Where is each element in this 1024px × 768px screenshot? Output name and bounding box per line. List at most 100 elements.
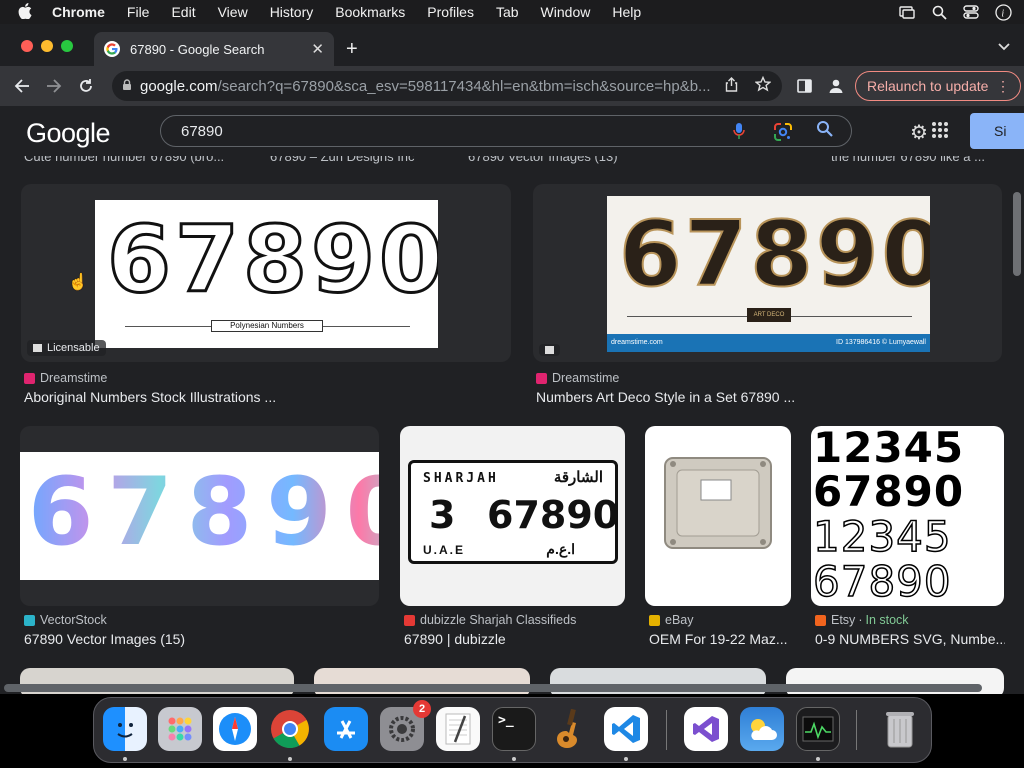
- garageband-icon[interactable]: [548, 707, 592, 751]
- browser-toolbar: google.com /search?q=67890&sca_esv=59811…: [0, 66, 1024, 106]
- search-query: 67890: [181, 122, 223, 140]
- menu-view[interactable]: View: [218, 4, 248, 20]
- visual-studio-icon[interactable]: [684, 707, 728, 751]
- result-source[interactable]: dubizzle Sharjah Classifieds: [404, 613, 576, 627]
- tab-close-icon[interactable]: ✕: [311, 40, 324, 58]
- textedit-icon[interactable]: [436, 707, 480, 751]
- result-source[interactable]: eBay: [649, 613, 694, 627]
- terminal-icon[interactable]: >_: [492, 707, 536, 751]
- result-image-license-plate[interactable]: SHARJAH الشارقة 3 67890 U.A.E ا.ع.م: [408, 460, 620, 564]
- system-settings-icon[interactable]: 2: [380, 700, 431, 751]
- menu-file[interactable]: File: [127, 4, 150, 20]
- google-apps-grid-icon[interactable]: [932, 122, 948, 138]
- google-favicon-icon: [104, 41, 120, 57]
- etsy-favicon-icon: [815, 614, 826, 626]
- tab-search-chevron-icon[interactable]: [998, 39, 1010, 54]
- result-title[interactable]: 67890 Vector Images (15): [24, 631, 384, 647]
- app-store-icon[interactable]: [324, 707, 368, 751]
- search-input[interactable]: 67890: [160, 115, 852, 147]
- vectorstock-favicon-icon: [24, 614, 35, 626]
- chrome-icon[interactable]: [268, 707, 312, 751]
- activity-monitor-icon[interactable]: [796, 707, 840, 751]
- weather-icon[interactable]: [740, 707, 784, 751]
- image-result-card[interactable]: 12345 67890 12345 67890: [811, 426, 1004, 606]
- forward-arrow-icon[interactable]: [42, 74, 66, 98]
- back-arrow-icon[interactable]: [10, 74, 34, 98]
- voice-search-mic-icon[interactable]: [733, 121, 745, 145]
- side-panel-icon[interactable]: [792, 74, 816, 98]
- image-icon: [33, 344, 42, 352]
- relaunch-to-update-button[interactable]: Relaunch to update ⋮: [855, 71, 1021, 101]
- image-result-card[interactable]: 67890 ART DECO dreamstime.com ID 13798641…: [533, 184, 1002, 362]
- plate-city-arabic: الشارقة: [553, 469, 603, 486]
- result-title[interactable]: Numbers Art Deco Style in a Set 67890 ..…: [536, 389, 996, 405]
- scrollbar-thumb[interactable]: [1013, 192, 1021, 276]
- menu-tab[interactable]: Tab: [496, 4, 519, 20]
- result-image-polynesian-numbers[interactable]: 67890 Polynesian Numbers: [95, 200, 438, 348]
- result-title[interactable]: 67890 | dubizzle: [404, 631, 634, 647]
- result-image-watercolor-numbers[interactable]: 67890: [20, 452, 379, 580]
- result-source[interactable]: Etsy · In stock: [815, 613, 909, 627]
- google-images-page: Cute number number 67890 (bro... 67890 –…: [0, 106, 1024, 694]
- more-menu-icon[interactable]: ⋮: [996, 78, 1010, 95]
- google-logo[interactable]: Google: [26, 118, 111, 149]
- google-lens-icon[interactable]: [773, 122, 793, 146]
- notification-badge: 2: [413, 700, 431, 718]
- menu-window[interactable]: Window: [541, 4, 591, 20]
- reload-icon[interactable]: [74, 74, 98, 98]
- vertical-scrollbar[interactable]: [1010, 106, 1024, 694]
- launchpad-icon[interactable]: [158, 707, 202, 751]
- relaunch-label: Relaunch to update: [867, 78, 989, 94]
- plate-number: 67890: [487, 493, 620, 537]
- search-magnifier-icon[interactable]: [816, 120, 834, 143]
- screen-mirroring-icon[interactable]: [898, 3, 916, 21]
- tab-google-search[interactable]: 67890 - Google Search ✕: [94, 32, 334, 66]
- result-source[interactable]: Dreamstime: [24, 371, 107, 385]
- result-source[interactable]: Dreamstime: [536, 371, 619, 385]
- result-image-art-deco-numbers[interactable]: 67890 ART DECO dreamstime.com ID 13798641…: [607, 196, 930, 352]
- image-result-card[interactable]: [645, 426, 791, 606]
- settings-gear-icon[interactable]: ⚙: [910, 120, 928, 145]
- plate-city: SHARJAH: [423, 471, 499, 486]
- trash-icon[interactable]: [878, 707, 922, 751]
- in-stock-label: In stock: [865, 613, 909, 627]
- horizontal-scrollbar[interactable]: [4, 684, 982, 692]
- licensable-badge[interactable]: Licensable: [27, 340, 106, 356]
- result-source[interactable]: VectorStock: [24, 613, 107, 627]
- zoom-window-button[interactable]: [61, 40, 73, 52]
- bookmark-star-icon[interactable]: [754, 75, 772, 95]
- result-title[interactable]: OEM For 19-22 Maz...: [649, 631, 799, 647]
- url-path: /search?q=67890&sca_esv=598117434&hl=en&…: [217, 77, 711, 95]
- apple-menu-icon[interactable]: [18, 2, 38, 22]
- image-result-card[interactable]: 67890 Polynesian Numbers Licensable: [21, 184, 511, 362]
- result-title[interactable]: 0-9 NUMBERS SVG, Numbe...: [815, 631, 1005, 647]
- sign-in-button[interactable]: Si: [970, 113, 1024, 149]
- user-info-icon[interactable]: i: [994, 3, 1012, 21]
- menu-edit[interactable]: Edit: [171, 4, 195, 20]
- spotlight-search-icon[interactable]: [930, 3, 948, 21]
- menu-help[interactable]: Help: [612, 4, 641, 20]
- result-title[interactable]: Aboriginal Numbers Stock Illustrations .…: [24, 389, 504, 405]
- plate-country-arabic: ا.ع.م: [546, 541, 575, 557]
- lock-icon[interactable]: [122, 78, 132, 94]
- control-center-icon[interactable]: [962, 3, 980, 21]
- image-result-card[interactable]: 67890: [20, 426, 379, 606]
- finder-icon[interactable]: [103, 707, 147, 751]
- dreamstime-favicon-icon: [536, 372, 547, 384]
- menu-history[interactable]: History: [270, 4, 314, 20]
- new-tab-button[interactable]: +: [346, 38, 358, 61]
- menu-profiles[interactable]: Profiles: [427, 4, 474, 20]
- close-window-button[interactable]: [21, 40, 33, 52]
- share-icon[interactable]: [725, 77, 738, 95]
- result-image-ecu-module[interactable]: [663, 454, 773, 554]
- url-domain: google.com: [140, 77, 218, 95]
- menu-chrome[interactable]: Chrome: [52, 4, 105, 20]
- profile-avatar-icon[interactable]: [824, 74, 848, 98]
- safari-icon[interactable]: [213, 707, 257, 751]
- menu-bookmarks[interactable]: Bookmarks: [335, 4, 405, 20]
- minimize-window-button[interactable]: [41, 40, 53, 52]
- address-bar[interactable]: google.com /search?q=67890&sca_esv=59811…: [112, 71, 782, 101]
- vscode-icon[interactable]: [604, 707, 648, 751]
- hand-cursor-icon: ☝: [68, 274, 88, 291]
- image-result-card[interactable]: SHARJAH الشارقة 3 67890 U.A.E ا.ع.م: [400, 426, 625, 606]
